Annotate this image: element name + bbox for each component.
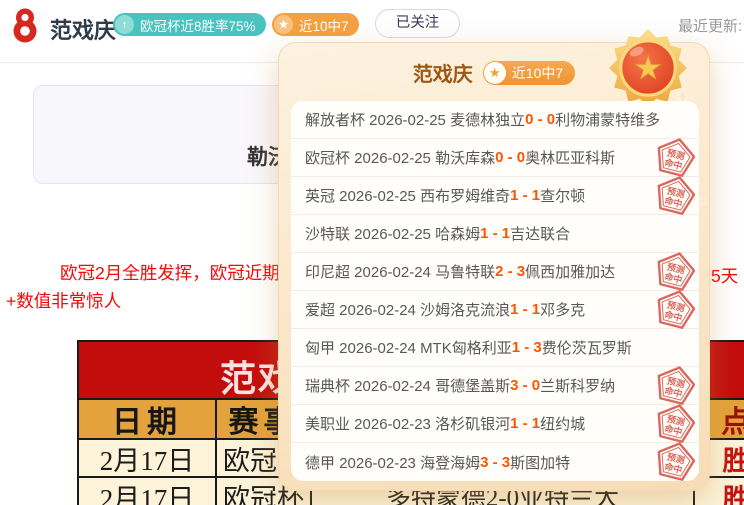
win-rate-badge-label: 欧冠杯近8胜率75% — [134, 15, 266, 35]
recent-record-badge-label: 近10中7 — [293, 15, 359, 35]
record-away-team: 费伦茨瓦罗斯 — [542, 337, 632, 358]
record-away-team: 吉达联合 — [510, 223, 570, 244]
col-header-date: 日期 — [79, 400, 215, 438]
promo-text-line1-right: 5天 — [711, 263, 738, 288]
prediction-hit-stamp-icon: 预测 命中 — [655, 138, 695, 178]
record-score: 3 - 0 — [510, 377, 540, 394]
record-league-date-home: 解放者杯 2026-02-25 麦德林独立 — [305, 109, 525, 130]
record-league-date-home: 瑞典杯 2026-02-24 哥德堡盖斯 — [305, 375, 510, 396]
prediction-hit-stamp-icon: 预测 命中 — [655, 252, 695, 292]
followed-button[interactable]: 已关注 — [375, 9, 460, 38]
record-score: 0 - 0 — [525, 111, 555, 128]
promo-text-line1: 欧冠2月全胜发挥，欧冠近期 — [60, 260, 280, 285]
prediction-record-row[interactable]: 沙特联 2026-02-25 哈森姆1 - 1吉达联合 预测 命中 — [291, 215, 699, 253]
prediction-record-row[interactable]: 瑞典杯 2026-02-24 哥德堡盖斯3 - 0兰斯科罗纳 预测 命中 — [291, 367, 699, 405]
popup-expert-name: 范戏庆 — [413, 58, 473, 87]
record-away-team: 邓多克 — [540, 299, 585, 320]
last-update-label: 最近更新: — [678, 15, 742, 36]
prediction-record-row[interactable]: 解放者杯 2026-02-25 麦德林独立0 - 0利物浦蒙特维多 预测 命中 — [291, 101, 699, 139]
record-score: 1 - 1 — [510, 187, 540, 204]
record-league-date-home: 印尼超 2026-02-24 马鲁特联 — [305, 261, 495, 282]
record-league-date-home: 爱超 2026-02-24 沙姆洛克流浪 — [305, 299, 510, 320]
history-date-cell: 2月17日 — [79, 478, 215, 505]
record-league-date-home: 匈甲 2026-02-24 MTK匈格利亚 — [305, 337, 512, 358]
record-away-team: 斯图加特 — [510, 452, 570, 473]
record-league-date-home: 沙特联 2026-02-25 哈森姆 — [305, 223, 480, 244]
record-score: 3 - 3 — [480, 454, 510, 471]
record-score: 1 - 3 — [512, 339, 542, 356]
expert-record-popup: 范戏庆 ★ 近10中7 ★ ✦ ✦ 解放者杯 2026-02-25 麦德林 — [278, 42, 710, 491]
svg-text:★: ★ — [634, 50, 662, 85]
record-away-team: 利物浦蒙特维多 — [555, 109, 660, 130]
prediction-hit-stamp-icon: 预测 命中 — [655, 176, 695, 216]
prediction-hit-stamp-icon: 预测 命中 — [655, 442, 695, 481]
prediction-hit-stamp-icon: 预测 命中 — [655, 290, 695, 330]
record-away-team: 查尔顿 — [540, 185, 585, 206]
record-away-team: 佩西加雅加达 — [525, 261, 615, 282]
record-score: 1 - 1 — [480, 225, 510, 242]
history-date-cell: 2月17日 — [79, 440, 215, 476]
brand-eight-logo-icon — [10, 7, 40, 43]
prediction-hit-stamp-icon: 预测 命中 — [655, 404, 695, 444]
prediction-record-row[interactable]: 印尼超 2026-02-24 马鲁特联2 - 3佩西加雅加达 预测 命中 — [291, 253, 699, 291]
record-score: 1 - 1 — [510, 415, 540, 432]
record-away-team: 兰斯科罗纳 — [540, 375, 615, 396]
prediction-record-row[interactable]: 德甲 2026-02-23 海登海姆3 - 3斯图加特 预测 命中 — [291, 443, 699, 481]
record-score: 2 - 3 — [495, 263, 525, 280]
popup-record-badge-label: 近10中7 — [506, 63, 575, 83]
record-score: 1 - 1 — [510, 301, 540, 318]
recent-record-badge: ★ 近10中7 — [272, 13, 359, 36]
promo-text-line2: +数值非常惊人 — [6, 288, 121, 313]
prediction-hit-stamp-icon: 预测 命中 — [655, 366, 695, 406]
win-rate-badge: ↑ 欧冠杯近8胜率75% — [113, 13, 266, 36]
record-league-date-home: 英冠 2026-02-25 西布罗姆维奇 — [305, 185, 510, 206]
record-away-team: 奥林匹亚科斯 — [525, 147, 615, 168]
prediction-record-list: 解放者杯 2026-02-25 麦德林独立0 - 0利物浦蒙特维多 预测 命中 … — [291, 101, 699, 481]
star-icon: ★ — [274, 15, 293, 34]
prediction-record-row[interactable]: 爱超 2026-02-24 沙姆洛克流浪1 - 1邓多克 预测 命中 — [291, 291, 699, 329]
expert-name: 范戏庆 — [50, 13, 116, 45]
record-away-team: 纽约城 — [540, 413, 585, 434]
record-league-date-home: 欧冠杯 2026-02-25 勒沃库森 — [305, 147, 495, 168]
up-arrow-icon: ↑ — [115, 15, 134, 34]
page: 范戏庆 ↑ 欧冠杯近8胜率75% ★ 近10中7 已关注 最近更新: 勒沃 欧冠… — [0, 0, 744, 505]
record-league-date-home: 美职业 2026-02-23 洛杉矶银河 — [305, 413, 510, 434]
prediction-record-row[interactable]: 匈甲 2026-02-24 MTK匈格利亚1 - 3费伦茨瓦罗斯 预测 命中 — [291, 329, 699, 367]
prediction-record-row[interactable]: 美职业 2026-02-23 洛杉矶银河1 - 1纽约城 预测 命中 — [291, 405, 699, 443]
popup-record-badge: ★ 近10中7 — [483, 61, 575, 85]
prediction-record-row[interactable]: 英冠 2026-02-25 西布罗姆维奇1 - 1查尔顿 预测 命中 — [291, 177, 699, 215]
prediction-record-row[interactable]: 欧冠杯 2026-02-25 勒沃库森0 - 0奥林匹亚科斯 预测 命中 — [291, 139, 699, 177]
record-score: 0 - 0 — [495, 149, 525, 166]
record-league-date-home: 德甲 2026-02-23 海登海姆 — [305, 452, 480, 473]
star-icon: ★ — [484, 62, 506, 84]
